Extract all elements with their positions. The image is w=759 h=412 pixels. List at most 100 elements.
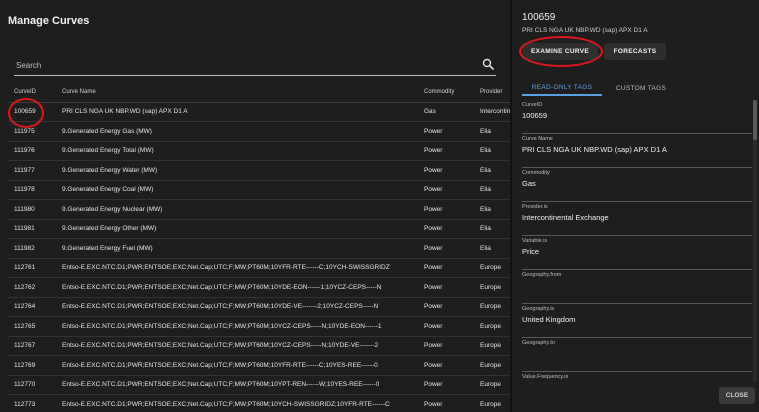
cell-curve-name: PRI CLS NGA UK NBP.WD (sap) APX D1 A (56, 102, 418, 122)
cell-provider: Europe (474, 316, 510, 337)
tag-field-value: 100659 (522, 111, 548, 120)
forecasts-button[interactable]: FORECASTS (604, 43, 666, 60)
cell-commodity: Power (418, 121, 474, 142)
scrollbar[interactable] (753, 100, 757, 382)
cell-curve-name: 9.Generated Energy Water (MW) (56, 160, 418, 181)
table-header-row: CurveID Curve Name Commodity Provider (8, 82, 510, 103)
tab-read-only-tags[interactable]: READ-ONLY TAGS (522, 80, 602, 96)
cell-curve-name: Entso-E.EXC.NTC.D1;PWR;ENTSOE;EXC;Net.Ca… (56, 355, 418, 376)
table-row[interactable]: 111975 9.Generated Energy Gas (MW) Power El… (8, 121, 510, 142)
cell-commodity: Power (418, 336, 474, 356)
cell-curve-name: 9.Generated Energy Other (MW) (56, 219, 418, 239)
cell-curve-name: 9.Generated Energy Coal (MW) (56, 180, 418, 200)
cell-provider: Elia (474, 141, 510, 161)
cell-curve-name: 9.Generated Energy Nuclear (MW) (56, 199, 418, 220)
tag-field: Curve Name PRI CLS NGA UK NBP.WD (sap) AP… (522, 134, 752, 168)
cell-curve-id: 111982 (8, 238, 56, 259)
column-header-curveid[interactable]: CurveID (8, 82, 56, 103)
cell-commodity: Power (418, 258, 474, 278)
cell-commodity: Power (418, 180, 474, 200)
column-header-commodity[interactable]: Commodity (418, 82, 474, 103)
cell-curve-name: Entso-E.EXC.NTC.D1;PWR;ENTSOE;EXC;Net.Ca… (56, 277, 418, 298)
cell-curve-name: Entso-E.EXC.NTC.D1;PWR;ENTSOE;EXC;Net.Ca… (56, 316, 418, 337)
column-header-curve-name[interactable]: Curve Name (56, 82, 418, 103)
table-row[interactable]: 111981 9.Generated Energy Other (MW) Power… (8, 219, 510, 239)
cell-provider: Europe (474, 336, 510, 356)
cell-curve-name: Entso-E.EXC.NTC.D1;PWR;ENTSOE;EXC;Net.Ca… (56, 297, 418, 317)
table-row[interactable]: 112762 Entso-E.EXC.NTC.D1;PWR;ENTSOE;EXC;… (8, 277, 510, 298)
table-row[interactable]: 111982 9.Generated Energy Fuel (MW) Power E… (8, 238, 510, 259)
table-row[interactable]: 112764 Entso-E.EXC.NTC.D1;PWR;ENTSOE;EXC;… (8, 297, 510, 317)
table-row[interactable]: 111976 9.Generated Energy Total (MW) Power… (8, 141, 510, 161)
table-row[interactable]: 112765 Entso-E.EXC.NTC.D1;PWR;ENTSOE;EXC;… (8, 316, 510, 337)
cell-curve-name: Entso-E.EXC.NTC.D1;PWR;ENTSOE;EXC;Net.Ca… (56, 375, 418, 395)
cell-curve-name: Entso-E.EXC.NTC.D1;PWR;ENTSOE;EXC;Net.Ca… (56, 258, 418, 278)
tag-field: Commodity Gas (522, 168, 752, 202)
cell-provider: Europe (474, 297, 510, 317)
tag-field: Geography.is United Kingdom (522, 304, 752, 338)
tag-field-value: United Kingdom (522, 315, 576, 324)
cell-curve-id: 112762 (8, 277, 56, 298)
cell-curve-id: 111978 (8, 180, 56, 200)
tab-custom-tags[interactable]: CUSTOM TAGS (606, 80, 676, 96)
search-icon[interactable] (482, 58, 494, 70)
tag-field: Provider.is Intercontinental Exchange (522, 202, 752, 236)
cell-commodity: Power (418, 394, 474, 412)
table-row[interactable]: 112761 Entso-E.EXC.NTC.D1;PWR;ENTSOE;EXC;… (8, 258, 510, 278)
table-row[interactable]: 111978 9.Generated Energy Coal (MW) Power E… (8, 180, 510, 200)
cell-curve-id: 111975 (8, 121, 56, 142)
table-row[interactable]: 111977 9.Generated Energy Water (MW) Power… (8, 160, 510, 181)
detail-subtitle: PRI CLS NGA UK NBP.WD (sap) APX D1 A (522, 27, 648, 34)
cell-curve-id: 112764 (8, 297, 56, 317)
tag-field: CurveID 100659 (522, 100, 752, 134)
cell-provider: Europe (474, 277, 510, 298)
table-row[interactable]: 112767 Entso-E.EXC.NTC.D1;PWR;ENTSOE;EXC;… (8, 336, 510, 356)
search-input[interactable] (16, 58, 456, 72)
cell-curve-id: 111981 (8, 219, 56, 239)
column-header-provider[interactable]: Provider (474, 82, 510, 103)
table-row[interactable]: 111980 9.Generated Energy Nuclear (MW) Pow… (8, 199, 510, 220)
cell-curve-id: 112769 (8, 355, 56, 376)
table-row[interactable]: 100659 PRI CLS NGA UK NBP.WD (sap) APX D1… (8, 102, 510, 122)
cell-commodity: Power (418, 316, 474, 337)
tag-field-label: CurveID (522, 102, 543, 108)
search-box (14, 56, 496, 76)
cell-commodity: Power (418, 141, 474, 161)
table-row[interactable]: 112770 Entso-E.EXC.NTC.D1;PWR;ENTSOE;EXC;… (8, 375, 510, 395)
cell-provider: Europe (474, 394, 510, 412)
cell-curve-id: 111976 (8, 141, 56, 161)
close-button[interactable]: CLOSE (719, 387, 755, 404)
scrollbar-thumb[interactable] (753, 100, 757, 140)
curve-detail-panel: 100659 PRI CLS NGA UK NBP.WD (sap) APX D… (512, 0, 759, 412)
panel-title: Manage Curves (8, 15, 90, 27)
tag-field-label: Geography.is (522, 306, 555, 312)
cell-curve-name: 9.Generated Energy Fuel (MW) (56, 238, 418, 259)
cell-curve-id: 112765 (8, 316, 56, 337)
cell-provider: Elia (474, 199, 510, 220)
manage-curves-panel: Manage Curves CurveID Curve Name Commodi… (0, 0, 510, 412)
cell-curve-id: 100659 (8, 102, 56, 122)
cell-commodity: Power (418, 238, 474, 259)
tag-field-value: Gas (522, 179, 536, 188)
cell-provider: Elia (474, 219, 510, 239)
cell-curve-name: Entso-E.EXC.NTC.D1;PWR;ENTSOE;EXC;Net.Ca… (56, 394, 418, 412)
table-row[interactable]: 112769 Entso-E.EXC.NTC.D1;PWR;ENTSOE;EXC;… (8, 355, 510, 376)
cell-commodity: Power (418, 355, 474, 376)
table-row[interactable]: 112773 Entso-E.EXC.NTC.D1;PWR;ENTSOE;EXC;… (8, 394, 510, 412)
cell-commodity: Power (418, 199, 474, 220)
cell-curve-id: 112770 (8, 375, 56, 395)
examine-curve-button[interactable]: EXAMINE CURVE (522, 43, 598, 60)
cell-provider: Europe (474, 375, 510, 395)
cell-provider: Elia (474, 238, 510, 259)
cell-curve-name: Entso-E.EXC.NTC.D1;PWR;ENTSOE;EXC;Net.Ca… (56, 336, 418, 356)
curves-table: CurveID Curve Name Commodity Provider 10… (8, 82, 510, 412)
tag-field-label: Curve Name (522, 136, 553, 142)
tag-field-label: Geography.to (522, 340, 555, 346)
tag-field: Variable.is Price (522, 236, 752, 270)
tag-field-label: Geography.from (522, 272, 562, 278)
tag-field: Geography.to (522, 338, 752, 372)
cell-curve-id: 111977 (8, 160, 56, 181)
cell-curve-name: 9.Generated Energy Gas (MW) (56, 121, 418, 142)
cell-commodity: Power (418, 297, 474, 317)
cell-curve-id: 112761 (8, 258, 56, 278)
